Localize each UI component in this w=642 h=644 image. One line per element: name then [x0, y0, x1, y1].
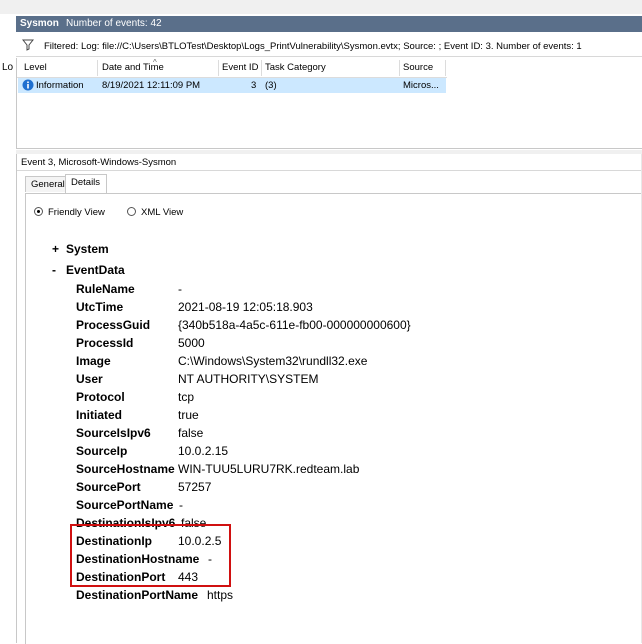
col-eventid-header[interactable]: Event ID: [222, 62, 258, 73]
filter-icon: [21, 39, 35, 54]
field-key: ProcessId: [76, 336, 134, 350]
field-key: Protocol: [76, 390, 125, 404]
field-key: DestinationPortName: [76, 588, 199, 602]
field-value: NT AUTHORITY\SYSTEM: [178, 372, 319, 386]
field-value: -: [179, 498, 183, 512]
field-key: SourcePort: [76, 480, 141, 494]
field-value: tcp: [178, 390, 195, 404]
log-header: Sysmon Number of events: 42: [16, 16, 642, 32]
col-level-header[interactable]: Level: [24, 62, 47, 73]
events-table[interactable]: Level Date and Time ^ Event ID Task Cate…: [16, 58, 642, 149]
events-count: Number of events: 42: [66, 18, 162, 29]
sort-arrow-icon: ^: [153, 58, 157, 67]
field-value: WIN-TUU5LURU7RK.redteam.lab: [178, 462, 360, 476]
filter-bar: Filtered: Log: file://C:\Users\BTLOTest\…: [16, 36, 642, 57]
field-value: {340b518a-4a5c-611e-fb00-000000000600}: [178, 318, 411, 332]
event-details-panel: Event 3, Microsoft-Windows-Sysmon Genera…: [16, 154, 642, 644]
details-content: Friendly View XML View + System - EventD…: [25, 193, 642, 644]
field-key: SourcePortName: [76, 498, 174, 512]
xml-view-label: XML View: [141, 207, 184, 218]
xml-view-radio[interactable]: XML View: [127, 207, 183, 218]
field-value: -: [178, 282, 182, 296]
friendly-view-label: Friendly View: [48, 207, 105, 218]
field-value: https: [207, 588, 234, 602]
event-title: Event 3, Microsoft-Windows-Sysmon: [21, 157, 177, 168]
row-level: Information: [36, 80, 84, 91]
row-source: Micros...: [403, 80, 439, 91]
eventdata-toggle[interactable]: -: [52, 263, 56, 277]
highlight-box: [70, 524, 231, 587]
filter-text: Filtered: Log: file://C:\Users\BTLOTest\…: [44, 41, 582, 52]
field-key: UtcTime: [76, 300, 124, 314]
field-key: SourceIsIpv6: [76, 426, 151, 440]
field-key: User: [76, 372, 103, 386]
field-key: Initiated: [76, 408, 123, 422]
info-icon: [22, 79, 34, 94]
field-key: SourceIp: [76, 444, 128, 458]
tab-details[interactable]: Details: [65, 174, 107, 194]
field-value: 57257: [178, 480, 212, 494]
field-value: false: [178, 426, 204, 440]
eventdata-section[interactable]: EventData: [66, 263, 125, 277]
field-value: 5000: [178, 336, 205, 350]
field-value: 2021-08-19 12:05:18.903: [178, 300, 313, 314]
row-datetime: 8/19/2021 12:11:09 PM: [102, 80, 201, 91]
field-key: SourceHostname: [76, 462, 175, 476]
log-name: Sysmon: [20, 18, 59, 29]
top-band: [0, 0, 642, 14]
friendly-view-radio[interactable]: Friendly View: [34, 207, 105, 218]
row-eventid: 3: [251, 80, 257, 91]
left-panel: [0, 14, 16, 643]
field-value: true: [178, 408, 199, 422]
left-panel-label: Lo: [2, 62, 14, 73]
row-taskcategory: (3): [265, 80, 277, 91]
field-key: Image: [76, 354, 111, 368]
field-value: 10.0.2.15: [178, 444, 229, 458]
table-row[interactable]: Information 8/19/2021 12:11:09 PM 3 (3) …: [18, 78, 446, 93]
col-taskcategory-header[interactable]: Task Category: [265, 62, 326, 73]
tab-general[interactable]: General: [25, 176, 67, 192]
system-section[interactable]: System: [66, 242, 109, 256]
radio-selected-icon: [34, 207, 43, 216]
field-key: ProcessGuid: [76, 318, 151, 332]
field-key: RuleName: [76, 282, 135, 296]
field-value: C:\Windows\System32\rundll32.exe: [178, 354, 368, 368]
system-toggle[interactable]: +: [52, 242, 59, 256]
radio-unselected-icon: [127, 207, 136, 216]
col-source-header[interactable]: Source: [403, 62, 433, 73]
